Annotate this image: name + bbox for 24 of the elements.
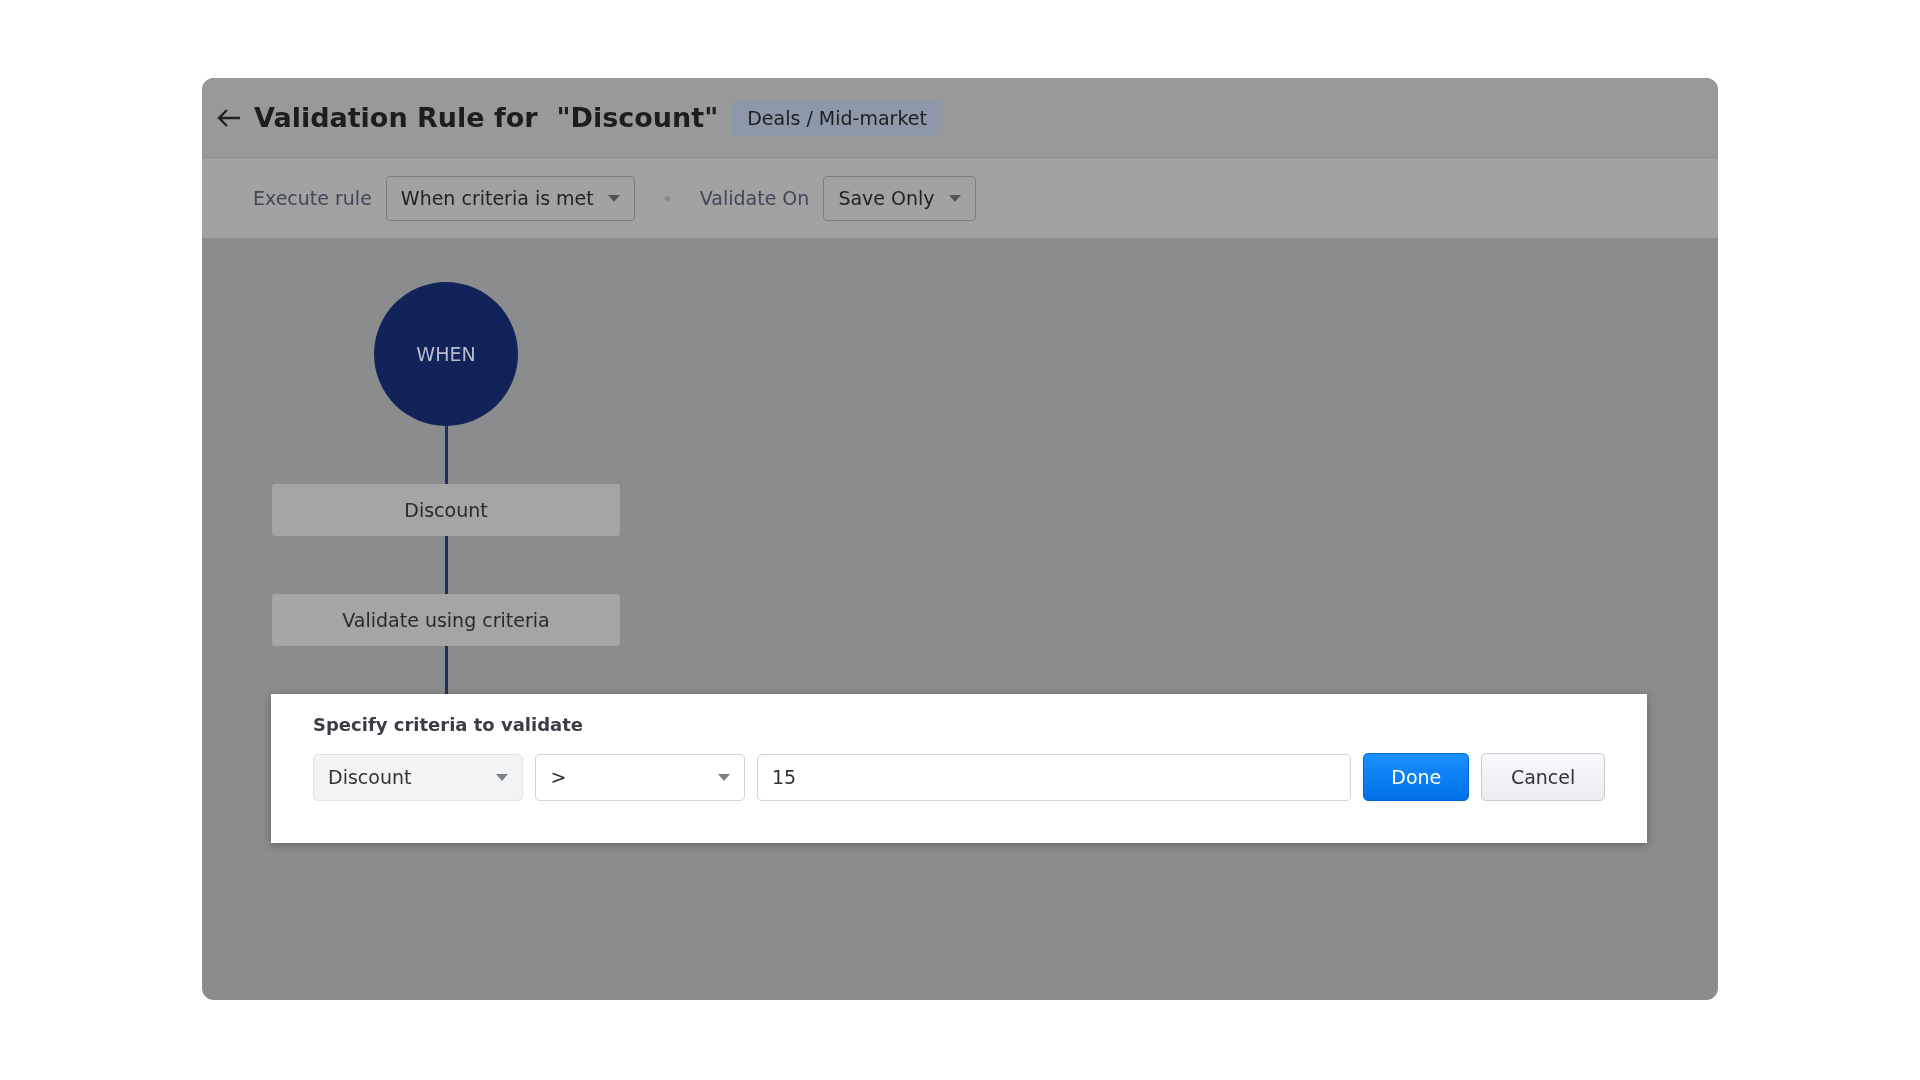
- cancel-button[interactable]: Cancel: [1481, 753, 1605, 801]
- panel-title: Specify criteria to validate: [313, 714, 585, 735]
- caret-icon: [607, 194, 620, 202]
- connector-line: [444, 426, 448, 484]
- field-dropdown[interactable]: Discount: [313, 753, 524, 801]
- execute-rule-dropdown[interactable]: When criteria is met: [385, 175, 635, 221]
- flow-step[interactable]: Discount: [272, 484, 620, 536]
- operator-dropdown[interactable]: >: [535, 753, 745, 801]
- page-title: Validation Rule for "Discount": [254, 102, 719, 133]
- caret-icon: [717, 773, 730, 781]
- done-button[interactable]: Done: [1363, 753, 1470, 801]
- execute-rule-label: Execute rule: [253, 187, 372, 209]
- validate-on-dropdown[interactable]: Save Only: [823, 175, 976, 221]
- separator-dot: [664, 195, 670, 201]
- connector-line: [444, 536, 448, 594]
- validate-on-label: Validate On: [699, 187, 810, 209]
- flow-step[interactable]: Validate using criteria: [272, 594, 620, 646]
- back-arrow-icon[interactable]: [216, 106, 242, 129]
- caret-icon: [496, 773, 509, 781]
- when-node[interactable]: WHEN: [374, 282, 518, 426]
- module-badge: Deals / Mid-market: [732, 99, 942, 136]
- value-input[interactable]: 15: [756, 753, 1352, 801]
- connector-line: [444, 646, 448, 694]
- caret-icon: [948, 194, 961, 202]
